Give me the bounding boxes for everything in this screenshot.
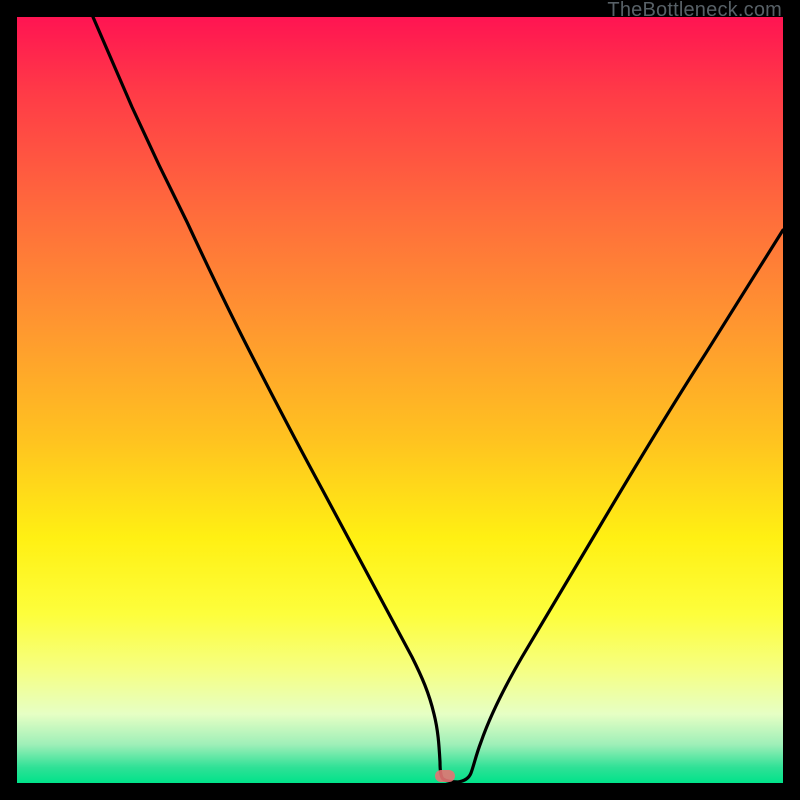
chart-stage: TheBottleneck.com <box>0 0 800 800</box>
bottleneck-curve <box>17 17 783 783</box>
attribution-text: TheBottleneck.com <box>607 0 782 20</box>
bottleneck-marker <box>435 770 455 782</box>
curve-path <box>93 17 783 782</box>
plot-area <box>17 17 783 783</box>
